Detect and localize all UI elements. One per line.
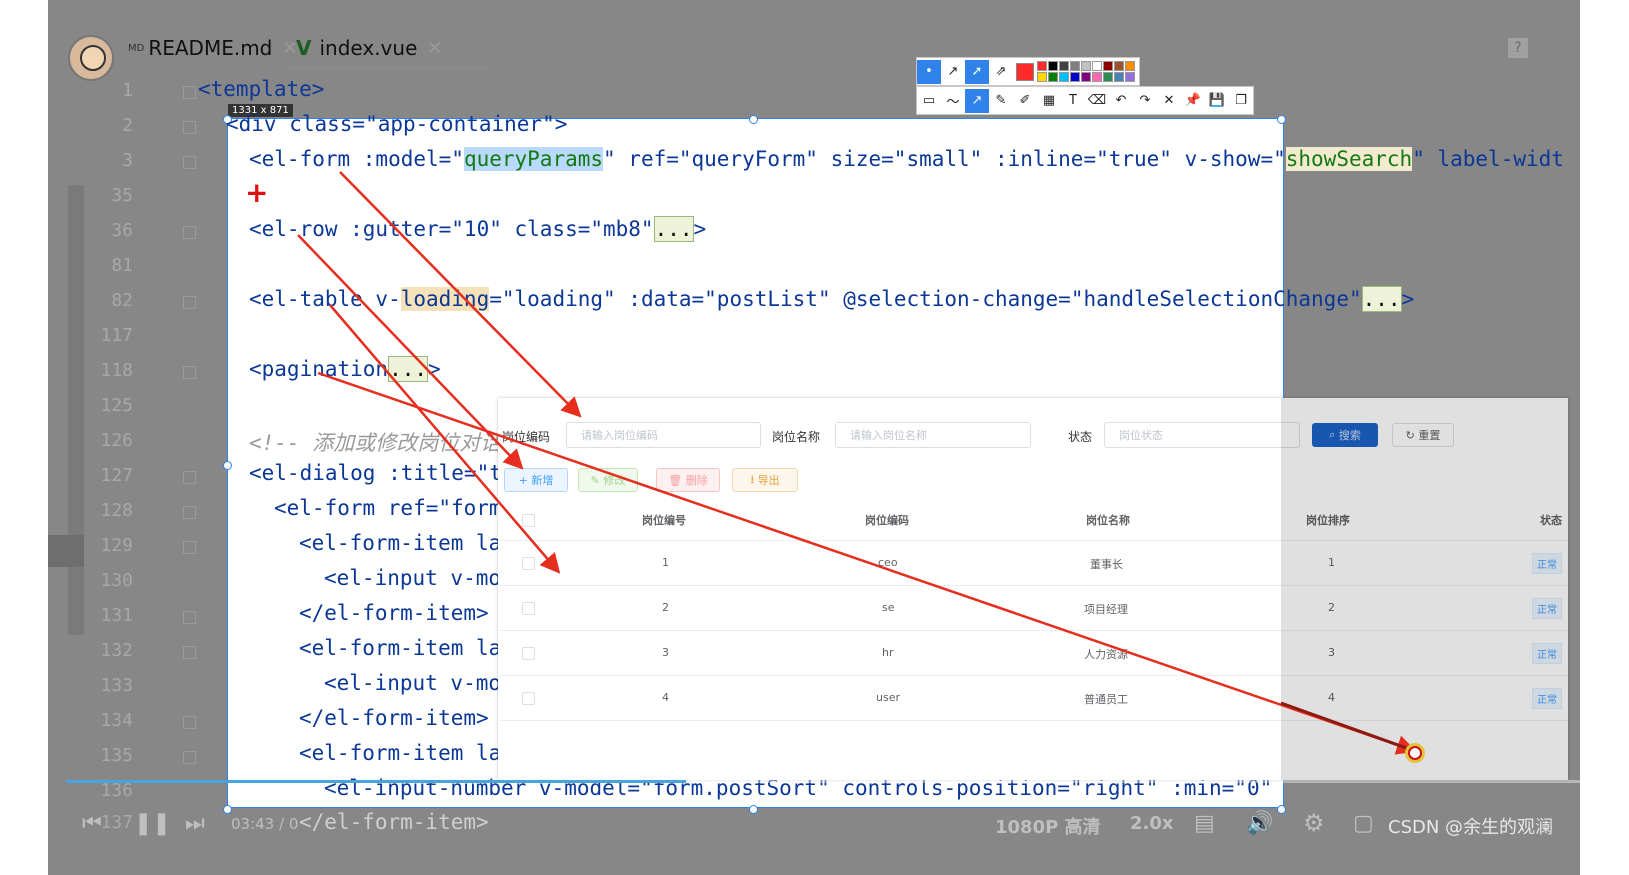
gear-icon[interactable]: ⚙ (1303, 809, 1325, 837)
volume-icon[interactable]: 🔊 (1246, 811, 1273, 836)
cursor-icon (1405, 743, 1425, 763)
progress-bar[interactable] (66, 780, 686, 783)
progress-bar-remaining (686, 780, 1580, 783)
prev-icon[interactable]: ⏮ (82, 811, 102, 836)
arrow-annotation (1280, 701, 1413, 752)
time-display: 03:43 / 0 (231, 815, 299, 833)
danmaku-off-icon[interactable]: ▤ (1194, 811, 1215, 836)
arrow-annotation (329, 304, 561, 574)
fullscreen-icon[interactable]: ▢ (1353, 811, 1374, 836)
video-controls: ⏮ ❚❚ ⏭ 03:43 / 0 1080P 高清 2.0x ▤ 🔊 ⚙ ▢ C… (48, 795, 1580, 875)
pause-icon[interactable]: ❚❚ (134, 811, 171, 836)
arrow-annotation (339, 171, 582, 418)
annotation-arrows (297, 171, 1417, 755)
quality-button[interactable]: 1080P 高清 (995, 813, 1101, 839)
watermark: CSDN @余生的观澜 (1388, 817, 1554, 838)
arrow-annotation (317, 371, 1417, 755)
next-icon[interactable]: ⏭ (185, 811, 205, 836)
speed-button[interactable]: 2.0x (1130, 813, 1174, 834)
